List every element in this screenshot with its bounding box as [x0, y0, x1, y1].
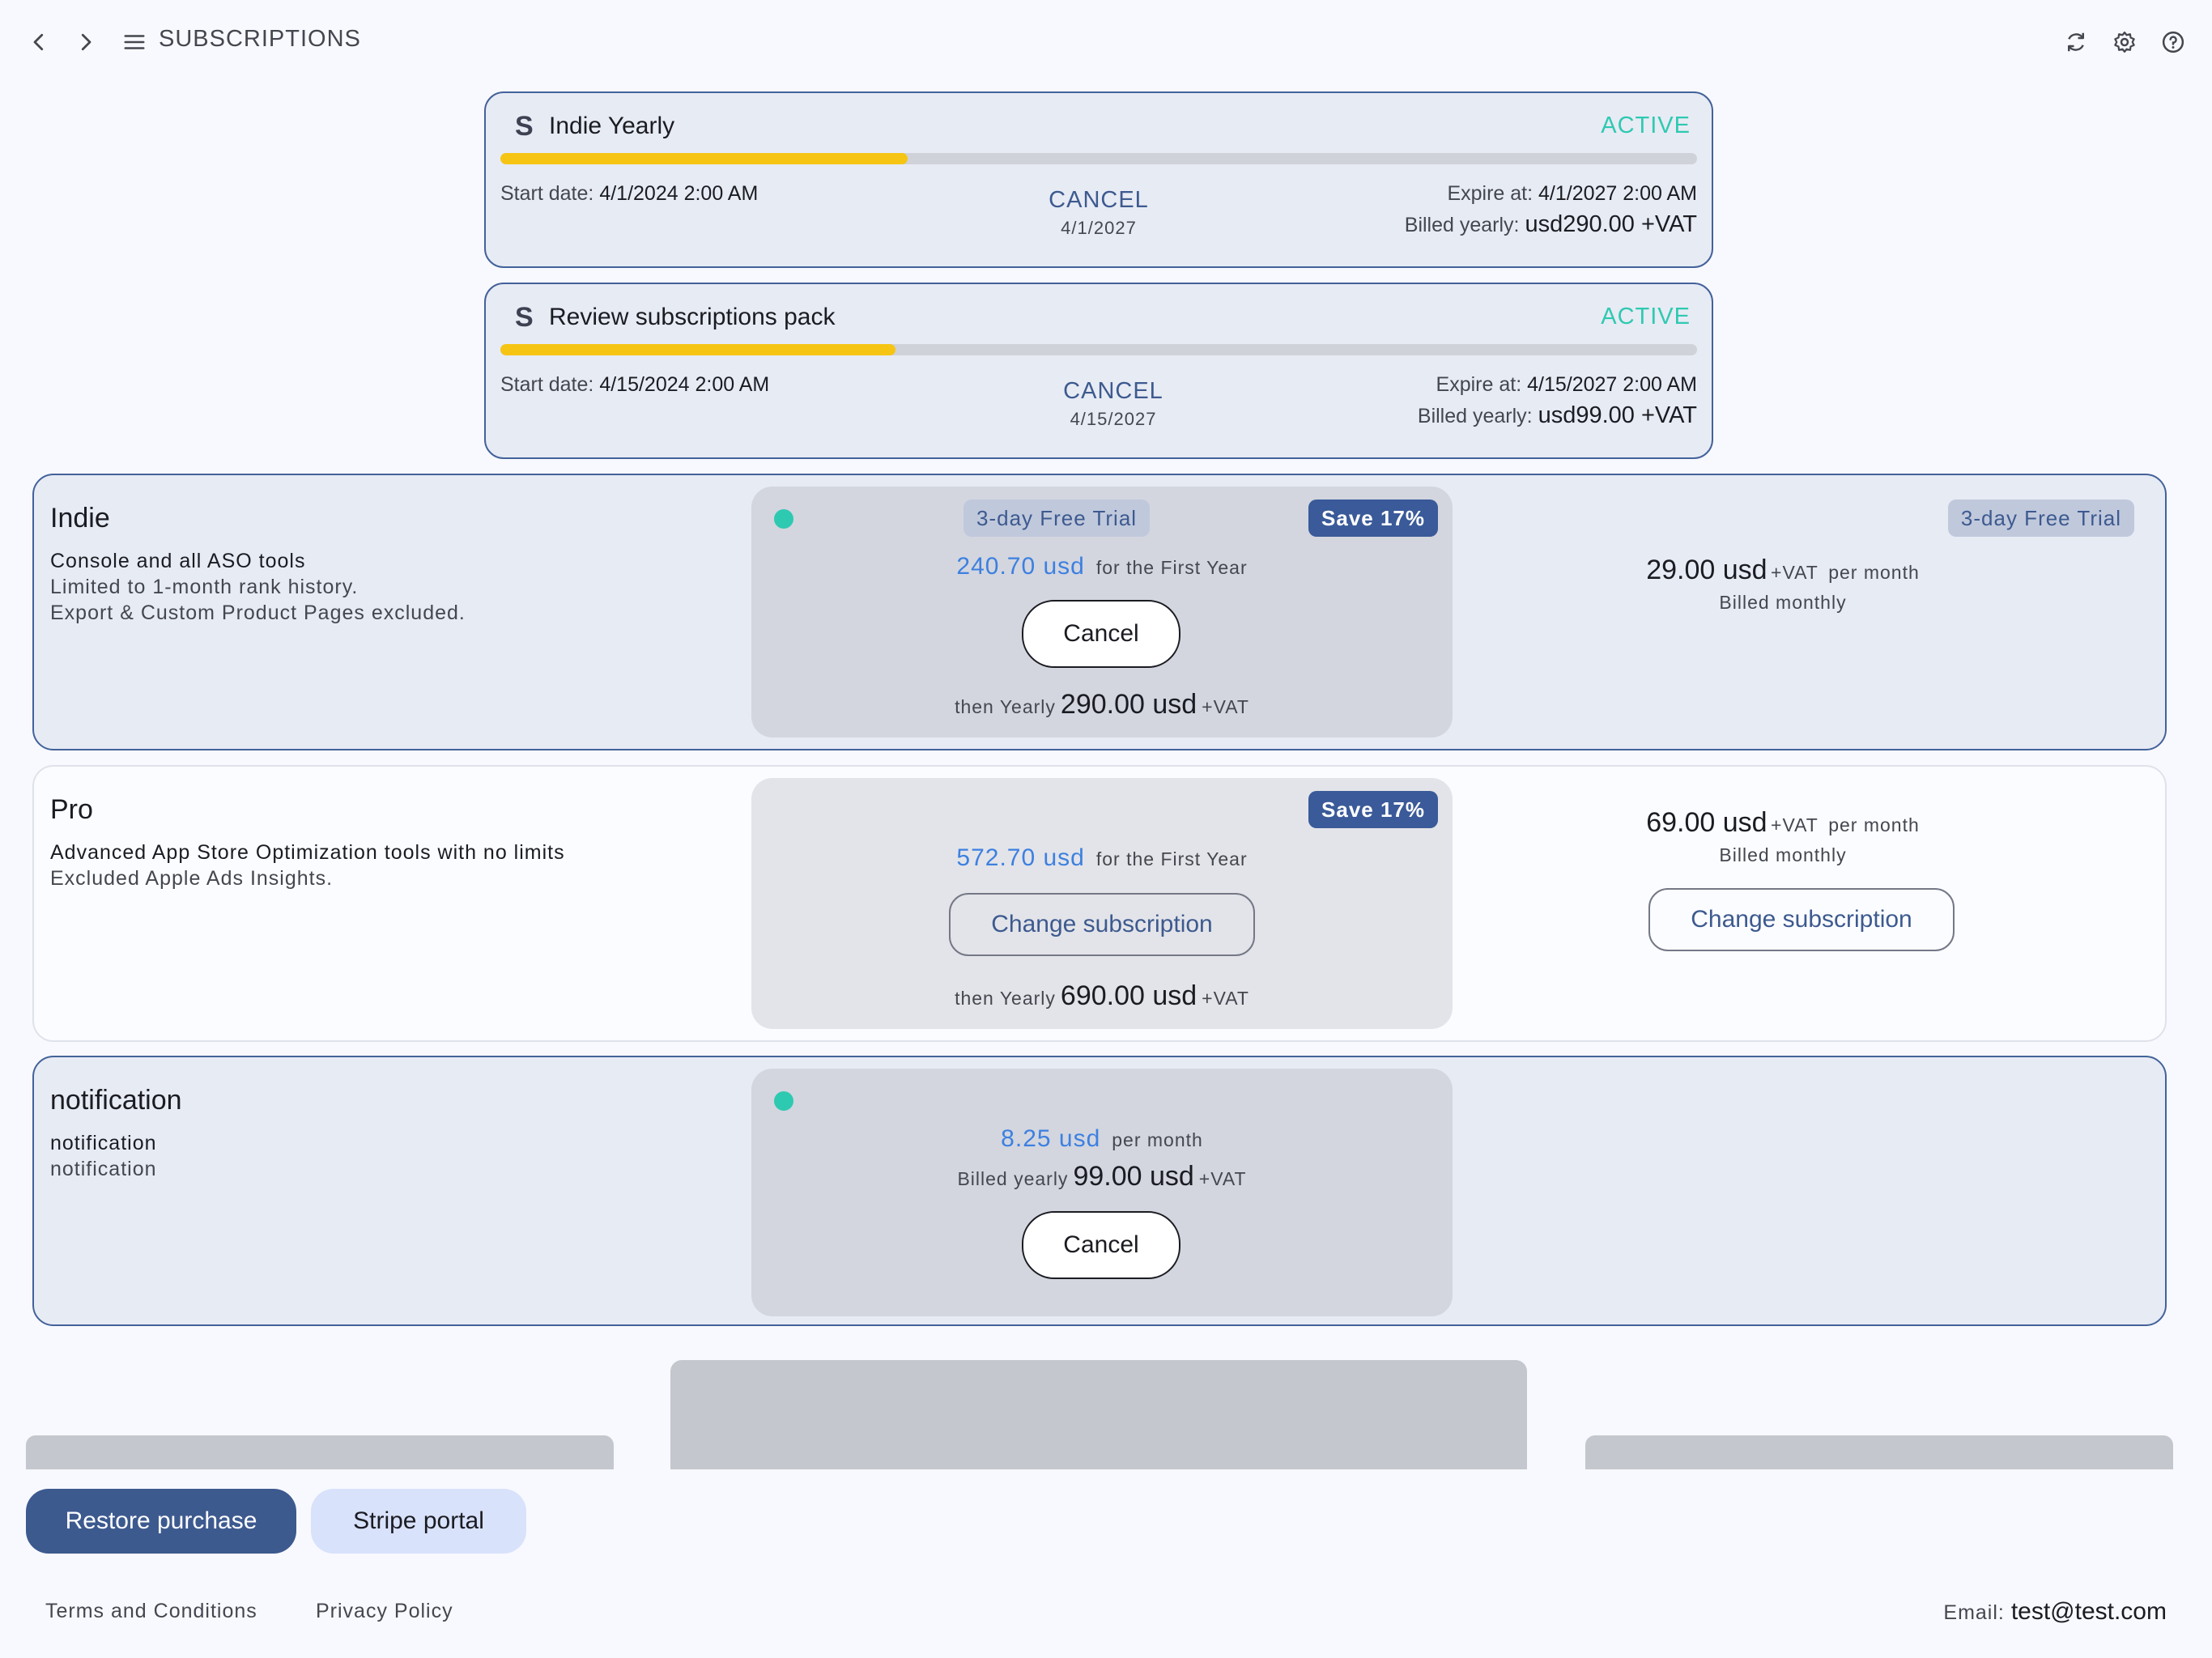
- billed-amount: Billed yearly: usd99.00 +VAT: [1417, 402, 1697, 428]
- restore-purchase-button[interactable]: Restore purchase: [26, 1489, 296, 1554]
- loading-placeholder: [1585, 1435, 2173, 1469]
- then-yearly-price: then Yearly 290.00 usd +VAT: [955, 689, 1249, 720]
- save-badge: Save 17%: [1308, 500, 1438, 537]
- yearly-option[interactable]: 3-day Free Trial Save 17% 240.70 usd for …: [751, 487, 1453, 738]
- page-title: SUBSCRIPTIONS: [159, 26, 361, 52]
- save-badge: Save 17%: [1308, 791, 1438, 828]
- stripe-portal-button[interactable]: Stripe portal: [311, 1489, 526, 1554]
- gear-icon[interactable]: [2107, 24, 2142, 60]
- monthly-price: 29.00 usd +VAT per month: [1646, 555, 1920, 585]
- monthly-price: 69.00 usd +VAT per month: [1646, 807, 1920, 838]
- yearly-price: 572.70 usd for the First Year: [956, 844, 1248, 871]
- status-badge: ACTIVE: [1601, 113, 1691, 138]
- expire-date: Expire at: 4/1/2027 2:00 AM: [1447, 182, 1697, 205]
- plan-limitation: Export & Custom Product Pages excluded.: [50, 602, 466, 624]
- then-yearly-price: then Yearly 690.00 usd +VAT: [955, 980, 1249, 1011]
- account-email: Email: test@test.com: [1943, 1598, 2167, 1625]
- subscription-progress: [500, 344, 1697, 355]
- expire-date: Expire at: 4/15/2027 2:00 AM: [1436, 373, 1697, 396]
- change-subscription-button[interactable]: Change subscription: [949, 893, 1255, 956]
- plan-description: notification: [50, 1132, 157, 1154]
- cancel-button[interactable]: Cancel: [1022, 1211, 1180, 1279]
- subscription-progress: [500, 153, 1697, 164]
- billed-yearly-price: Billed yearly 99.00 usd +VAT: [957, 1161, 1247, 1192]
- plan-title: Pro: [50, 794, 93, 825]
- top-bar: SUBSCRIPTIONS: [0, 0, 2212, 84]
- plan-description: Console and all ASO tools: [50, 550, 306, 572]
- terms-link[interactable]: Terms and Conditions: [45, 1600, 257, 1623]
- loading-placeholder: [26, 1435, 614, 1469]
- stripe-icon: S: [515, 111, 534, 142]
- plan-limitation: Limited to 1-month rank history.: [50, 576, 359, 598]
- plan-description: Advanced App Store Optimization tools wi…: [50, 841, 565, 864]
- cancel-button[interactable]: Cancel: [1022, 600, 1180, 668]
- yearly-price: 240.70 usd for the First Year: [956, 553, 1248, 580]
- plan-limitation: notification: [50, 1158, 157, 1180]
- privacy-link[interactable]: Privacy Policy: [316, 1600, 453, 1623]
- chevron-right-icon[interactable]: [68, 24, 104, 60]
- billed-amount: Billed yearly: usd290.00 +VAT: [1404, 211, 1697, 237]
- loading-placeholder: [670, 1360, 1527, 1469]
- plan-limitation: Excluded Apple Ads Insights.: [50, 867, 334, 890]
- stripe-icon: S: [515, 302, 534, 333]
- trial-badge: 3-day Free Trial: [1947, 500, 2134, 537]
- trial-badge: 3-day Free Trial: [963, 500, 1151, 537]
- billed-monthly-label: Billed monthly: [1719, 844, 1847, 865]
- selected-indicator: [774, 1091, 793, 1111]
- plan-card-indie: Indie Console and all ASO tools Limited …: [32, 474, 2167, 750]
- active-subscription-card: S Review subscriptions pack ACTIVE Start…: [484, 283, 1713, 459]
- subscription-name: Review subscriptions pack: [549, 304, 836, 330]
- chevron-left-icon[interactable]: [21, 24, 57, 60]
- change-subscription-button[interactable]: Change subscription: [1648, 888, 1955, 951]
- refresh-icon[interactable]: [2058, 24, 2094, 60]
- plan-title: notification: [50, 1085, 182, 1116]
- menu-icon[interactable]: [117, 24, 152, 60]
- active-subscription-card: S Indie Yearly ACTIVE Start date: 4/1/20…: [484, 91, 1713, 268]
- yearly-option[interactable]: 8.25 usd per month Billed yearly 99.00 usd…: [751, 1069, 1453, 1316]
- billed-monthly-label: Billed monthly: [1719, 592, 1847, 613]
- yearly-option[interactable]: Save 17% 572.70 usd for the First Year Ch…: [751, 778, 1453, 1029]
- progress-fill: [500, 344, 895, 355]
- progress-fill: [500, 153, 908, 164]
- plan-card-notification: notification notification notification 8…: [32, 1056, 2167, 1326]
- selected-indicator: [774, 509, 793, 529]
- status-badge: ACTIVE: [1601, 304, 1691, 329]
- help-icon[interactable]: [2155, 24, 2191, 60]
- plan-title: Indie: [50, 503, 110, 534]
- plan-card-pro: Pro Advanced App Store Optimization tool…: [32, 765, 2167, 1042]
- monthly-equivalent-price: 8.25 usd per month: [1001, 1125, 1203, 1152]
- subscription-name: Indie Yearly: [549, 113, 675, 139]
